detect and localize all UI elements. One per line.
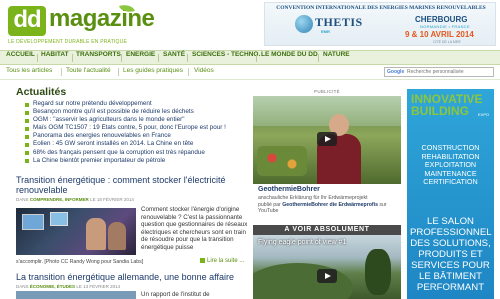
logo-dd-mark: dd <box>8 6 46 36</box>
nav-separator <box>121 54 122 62</box>
nav-item-transports[interactable]: TRANSPORTS <box>76 51 121 64</box>
video-byline-prefix: publié par <box>258 201 281 208</box>
nav-separator <box>158 54 159 62</box>
subnav-separator <box>118 68 119 76</box>
nav-item-sante[interactable]: SANTÉ <box>163 51 185 64</box>
banner-venue: CITÉ DE LA MER <box>433 40 461 44</box>
nav-item-nature[interactable]: NATURE <box>323 51 350 64</box>
site-header: dd magazine LE DÉVELOPPEMENT DURABLE EN … <box>0 0 500 50</box>
nav-separator <box>187 54 188 62</box>
image-detail <box>86 218 106 250</box>
ad-tagline: LE SALON PROFESSIONNEL DES SOLUTIONS, PR… <box>410 216 492 293</box>
article-date: LE 13 FÉVRIER 2014 <box>76 284 121 289</box>
video-description: anschauliche Erklärung für Ihr Erdwärmep… <box>258 195 400 215</box>
article-caption: s'accomplir. [Photo CC Randy Wong pour S… <box>16 259 144 265</box>
article-image[interactable] <box>16 291 136 299</box>
nav-item-energie[interactable]: ENERGIE <box>126 51 155 64</box>
article-date: LE 18 FÉVRIER 2014 <box>90 197 134 202</box>
video-thumbnail-detail <box>257 146 307 176</box>
search-input[interactable] <box>407 68 493 76</box>
subnav-separator <box>61 68 62 76</box>
featured-video-header: A VOIR ABSOLUMENT <box>253 225 401 235</box>
article-meta-prefix: DANS <box>16 197 29 202</box>
play-icon[interactable] <box>317 269 337 283</box>
youtube-video-ad[interactable] <box>253 96 401 184</box>
news-list: Regard sur notre prétendu développement … <box>24 100 250 165</box>
sub-nav: Tous les articles Toute l'actualité Les … <box>0 65 500 80</box>
news-item[interactable]: Regard sur notre prétendu développement <box>24 100 250 108</box>
news-item[interactable]: OGM : "asservir les agriculteurs dans le… <box>24 116 250 124</box>
subnav-all-news[interactable]: Toute l'actualité <box>66 67 111 74</box>
video-desc-line: anschauliche Erklärung für Ihr Erdwärmep… <box>258 195 368 201</box>
subnav-separator <box>188 68 189 76</box>
news-item[interactable]: Besançon montre qu'il est possible de ré… <box>24 108 250 116</box>
banner-country: NORMANDIE • FRANCE <box>420 24 470 29</box>
featured-video-title[interactable]: Flying eagle point of view #1 <box>258 239 346 246</box>
nav-item-monde-dd[interactable]: LE MONDE DU DD <box>261 51 318 64</box>
banner-brand: THETIS <box>315 15 363 29</box>
subnav-videos[interactable]: Vidéos <box>194 67 214 74</box>
video-byline: publié par GeothermieBohrer die Erdwärme… <box>258 202 400 215</box>
video-thumbnail-detail <box>253 263 353 299</box>
google-search-logo: Google <box>387 69 405 75</box>
nav-item-habitat[interactable]: HABITAT <box>41 51 69 64</box>
article-title[interactable]: La transition énergétique allemande, une… <box>16 272 234 282</box>
article-meta: DANS ÉCONOMIE, ÉTUDES LE 13 FÉVRIER 2014 <box>16 284 120 289</box>
video-thumbnail-detail <box>365 249 391 295</box>
subnav-all-articles[interactable]: Tous les articles <box>6 67 52 74</box>
video-title[interactable]: GeothermieBohrer <box>258 186 320 193</box>
image-detail <box>50 212 68 226</box>
image-detail <box>22 214 44 230</box>
ad-expo: EXPO <box>478 112 490 117</box>
news-item[interactable]: 68% des français pensent que la corrupti… <box>24 149 250 157</box>
news-item[interactable]: Éolien : 45 GW seront installés en 2014.… <box>24 140 250 148</box>
logo-wordmark: magazine <box>49 5 155 32</box>
video-channel-link[interactable]: GeothermieBohrer die Erdwärmeprofis <box>282 202 378 208</box>
article-meta: DANS COMPRENDRE, INFORMER LE 18 FÉVRIER … <box>16 197 134 202</box>
subnav-guides[interactable]: Les guides pratiques <box>123 67 183 74</box>
nav-separator <box>72 54 73 62</box>
image-detail <box>108 222 126 250</box>
thetis-ad-banner[interactable]: CONVENTION INTERNATIONALE DES ENERGIES M… <box>264 2 496 46</box>
article-category[interactable]: ÉCONOMIE, ÉTUDES <box>30 284 75 289</box>
nav-item-sciences-techno[interactable]: SCIENCES - TECHNO. <box>192 51 260 64</box>
nav-separator <box>256 54 257 62</box>
site-logo[interactable]: dd magazine LE DÉVELOPPEMENT DURABLE EN … <box>8 2 155 46</box>
video-thumbnail-bg <box>253 96 401 126</box>
nav-separator <box>318 54 319 62</box>
nav-separator <box>37 54 38 62</box>
news-item[interactable]: Maïs OGM TC1507 : 19 États contre, 5 pou… <box>24 124 250 132</box>
ad-services: CONSTRUCTION REHABILITATION EXPLOITATION… <box>421 143 480 187</box>
article-title[interactable]: Transition énergétique : comment stocker… <box>16 175 248 195</box>
banner-date: 9 & 10 AVRIL 2014 <box>405 30 474 39</box>
search-box: Google <box>384 67 494 77</box>
article-category[interactable]: COMPRENDRE, INFORMER <box>30 197 89 202</box>
globe-icon <box>295 15 313 33</box>
news-item[interactable]: La Chine bientôt premier importateur de … <box>24 157 250 165</box>
banner-title: CONVENTION INTERNATIONALE DES ENERGIES M… <box>276 5 486 11</box>
innovative-building-ad[interactable]: INNOVATIVE BUILDING EXPO CONSTRUCTION RE… <box>407 89 494 299</box>
article-excerpt: Un rapport de l'institut de <box>141 291 210 298</box>
news-section-title: Actualités <box>16 86 67 98</box>
article-image[interactable] <box>16 208 136 255</box>
play-icon[interactable] <box>317 132 337 146</box>
main-nav: ACCUEIL HABITAT TRANSPORTS ENERGIE SANTÉ… <box>0 50 500 65</box>
nav-item-accueil[interactable]: ACCUEIL <box>6 51 35 64</box>
news-item[interactable]: Panorama des energies renouvelables en F… <box>24 132 250 140</box>
read-more-link[interactable]: Lire la suite ... <box>200 258 244 264</box>
article-meta-prefix: DANS <box>16 284 29 289</box>
ad-label: PUBLICITÉ <box>314 89 340 94</box>
logo-tagline: LE DÉVELOPPEMENT DURABLE EN PRATIQUE <box>8 39 127 45</box>
article-excerpt: Comment stocker l'énergie d'origine reno… <box>141 206 248 251</box>
banner-city: CHERBOURG <box>415 15 468 24</box>
banner-brand-sub: EMR <box>321 29 330 34</box>
